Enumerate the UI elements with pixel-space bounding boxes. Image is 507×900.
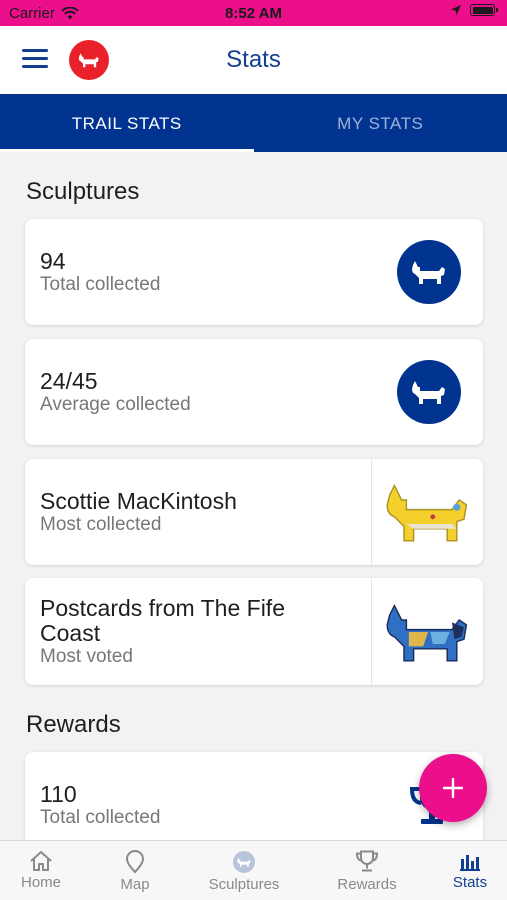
bar-chart-icon: [460, 855, 480, 871]
total-collected-card[interactable]: 94 Total collected: [25, 219, 483, 325]
stats-tabs: TRAIL STATS MY STATS: [0, 94, 507, 152]
home-icon: [30, 851, 52, 871]
page-title: Stats: [226, 46, 281, 73]
nav-stats[interactable]: Stats: [452, 841, 488, 900]
nav-label: Map: [120, 876, 150, 893]
status-bar: Carrier 8:52 AM: [0, 0, 507, 26]
bottom-nav: Home Map Sculptures Rewards Stats: [0, 840, 507, 900]
sculptures-icon: [233, 851, 255, 873]
nav-label: Sculptures: [208, 876, 280, 893]
add-button[interactable]: [419, 754, 487, 822]
average-collected-card[interactable]: 24/45 Average collected: [25, 339, 483, 445]
stat-label: Average collected: [40, 394, 191, 415]
yellow-scottie-sculpture-image: [371, 459, 483, 565]
sculpture-name: Scottie MacKintosh: [40, 488, 237, 514]
rewards-section-title: Rewards: [26, 711, 121, 738]
tab-trail-stats[interactable]: TRAIL STATS: [0, 94, 254, 152]
nav-sculptures[interactable]: Sculptures: [206, 841, 282, 900]
sculpture-name: Postcards from The Fife Coast: [40, 595, 285, 646]
most-voted-card[interactable]: Postcards from The Fife Coast Most voted: [25, 578, 483, 685]
stat-label: Most collected: [40, 514, 162, 535]
nav-label: Rewards: [337, 876, 397, 893]
stat-value: 24/45: [40, 368, 98, 394]
nav-label: Stats: [452, 874, 488, 891]
status-time: 8:52 AM: [225, 5, 282, 22]
scottie-dog-icon: [397, 360, 461, 424]
blue-scottie-sculpture-image: [371, 578, 483, 685]
plus-icon: [443, 778, 463, 798]
most-collected-card[interactable]: Scottie MacKintosh Most collected: [25, 459, 483, 565]
sculptures-section-title: Sculptures: [26, 178, 140, 205]
map-pin-icon: [125, 850, 145, 874]
trophy-icon: [355, 850, 379, 872]
rewards-total-card[interactable]: 110 Total collected: [25, 752, 483, 852]
nav-label: Home: [20, 874, 61, 891]
stat-value: 94: [40, 248, 66, 274]
battery-icon: [470, 4, 498, 16]
location-arrow-icon: [451, 5, 461, 15]
status-right: [450, 4, 498, 16]
nav-rewards[interactable]: Rewards: [336, 841, 398, 900]
tab-my-stats[interactable]: MY STATS: [254, 94, 507, 152]
nav-map[interactable]: Map: [117, 841, 153, 900]
app-bar: Stats: [0, 26, 507, 94]
scottie-dog-icon: [397, 240, 461, 304]
stat-label: Total collected: [40, 274, 161, 295]
nav-home[interactable]: Home: [20, 841, 62, 900]
stat-label: Total collected: [40, 807, 161, 828]
stat-label: Most voted: [40, 646, 133, 667]
stat-value: 110: [40, 781, 77, 807]
